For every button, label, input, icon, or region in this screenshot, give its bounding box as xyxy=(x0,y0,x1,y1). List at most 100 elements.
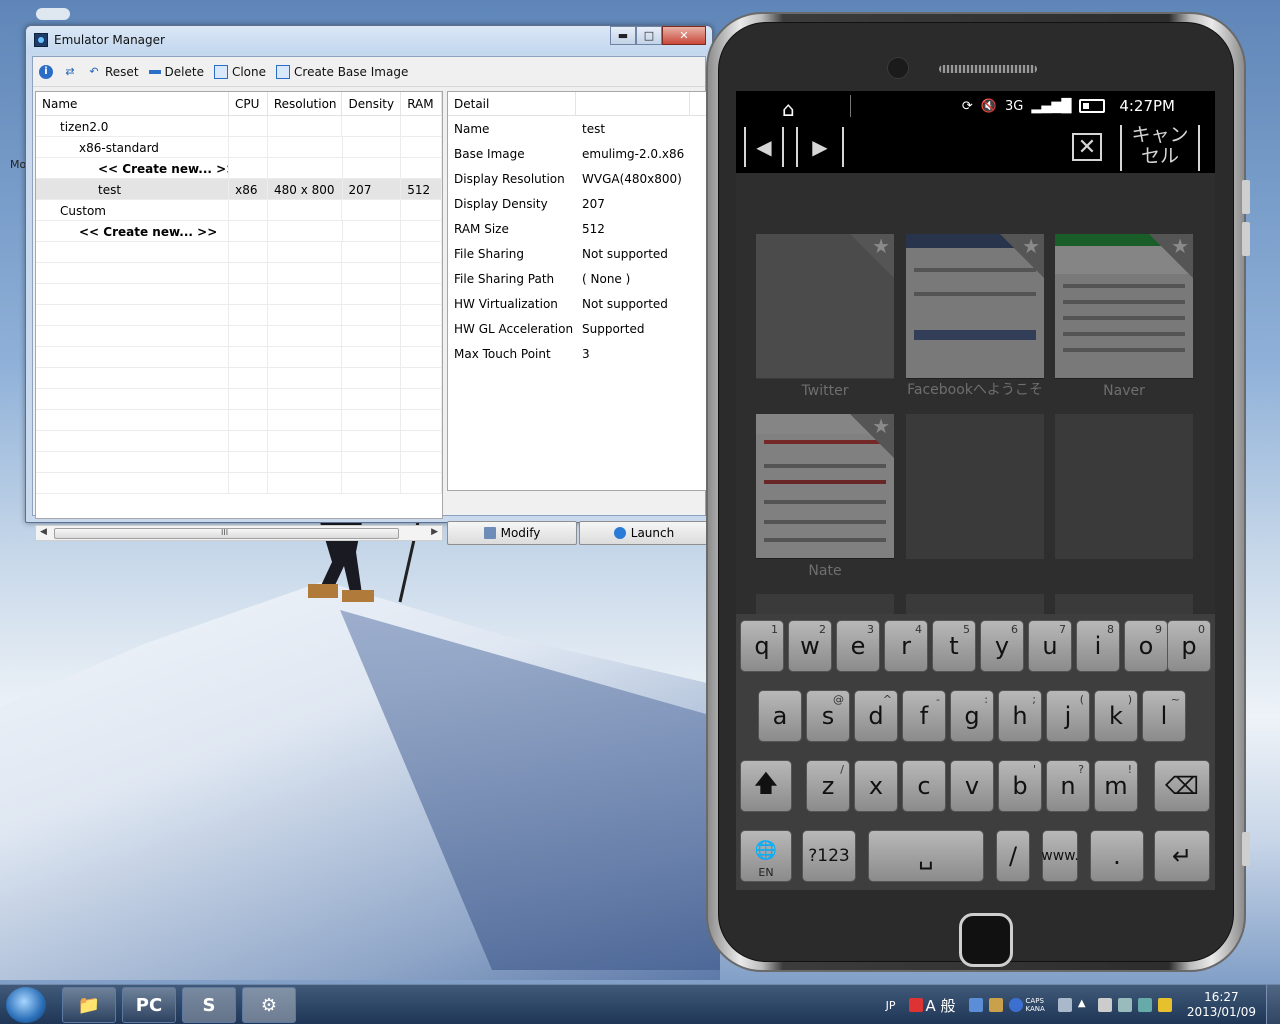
key-l[interactable]: l ~ xyxy=(1142,690,1186,742)
bookmark-tile-twitter[interactable]: ★ Twitter xyxy=(756,234,894,399)
info-button[interactable]: i xyxy=(39,64,53,79)
refresh-icon: ⇄ xyxy=(65,65,75,78)
key-n[interactable]: n? xyxy=(1046,760,1090,812)
tree-row[interactable]: << Create new... >> xyxy=(36,158,442,179)
launch-button[interactable]: Launch xyxy=(579,521,709,545)
start-button[interactable] xyxy=(6,987,46,1023)
key-f[interactable]: f- xyxy=(902,690,946,742)
reset-button[interactable]: ↶ Reset xyxy=(87,65,138,79)
show-desktop-button[interactable] xyxy=(1266,985,1280,1024)
key-label: h xyxy=(1012,702,1028,730)
title-bar[interactable]: Emulator Manager ▬ □ ✕ xyxy=(26,26,712,54)
clone-button[interactable]: Clone xyxy=(213,64,266,79)
key-y[interactable]: y6 xyxy=(980,620,1024,672)
key-o[interactable]: o9 xyxy=(1124,620,1168,672)
key-q[interactable]: q1 xyxy=(740,620,784,672)
key-e[interactable]: e3 xyxy=(836,620,880,672)
home-icon[interactable]: ⌂ xyxy=(782,97,795,121)
language-key[interactable]: 🌐 EN xyxy=(740,830,792,882)
key-u[interactable]: u7 xyxy=(1028,620,1072,672)
tree-row-selected[interactable]: test x86 480 x 800 207 512 xyxy=(36,179,442,200)
key-c[interactable]: c xyxy=(902,760,946,812)
bookmark-tile-naver[interactable]: ★ Naver xyxy=(1055,234,1193,399)
side-button-1[interactable] xyxy=(1242,180,1250,214)
key-v[interactable]: v xyxy=(950,760,994,812)
col-header-density[interactable]: Density xyxy=(342,92,402,115)
bookmark-tile-nate[interactable]: ★ Nate xyxy=(756,414,894,579)
key-label: q xyxy=(754,632,770,660)
key-x[interactable]: x xyxy=(854,760,898,812)
key-z[interactable]: z / xyxy=(806,760,850,812)
maximize-button[interactable]: □ xyxy=(636,26,662,45)
ime-mode[interactable]: A 般 xyxy=(926,995,956,1016)
key-i[interactable]: i8 xyxy=(1076,620,1120,672)
show-hidden-icons[interactable]: ▲ xyxy=(1078,998,1092,1012)
refresh-button[interactable]: ⇄ xyxy=(63,65,77,79)
scroll-left-icon[interactable]: ◀ xyxy=(40,527,47,537)
back-button[interactable]: ◀ xyxy=(744,127,784,167)
tray-clock[interactable]: 16:27 2013/01/09 xyxy=(1187,990,1256,1020)
desktop-icon[interactable] xyxy=(36,8,70,20)
key-r[interactable]: r4 xyxy=(884,620,928,672)
cancel-button[interactable]: キャン セル xyxy=(1120,125,1200,171)
home-hardware-button[interactable] xyxy=(959,913,1013,967)
help-icon[interactable] xyxy=(1008,998,1023,1012)
key-s[interactable]: s @ xyxy=(806,690,850,742)
taskbar-explorer[interactable]: 📁 xyxy=(62,987,116,1023)
col-header-ram[interactable]: RAM xyxy=(401,92,442,115)
status-divider xyxy=(850,95,851,117)
side-button-2[interactable] xyxy=(1242,222,1250,256)
horizontal-scrollbar[interactable]: ◀ III ▶ xyxy=(35,525,443,541)
key-d[interactable]: d ^ xyxy=(854,690,898,742)
scroll-thumb[interactable]: III xyxy=(54,528,399,539)
backspace-key[interactable]: ⌫ xyxy=(1154,760,1210,812)
tree-row[interactable]: << Create new... >> xyxy=(36,221,442,242)
ime-dictionary-icon[interactable] xyxy=(988,998,1003,1012)
key-j[interactable]: j( xyxy=(1046,690,1090,742)
drive-icon[interactable] xyxy=(1157,998,1172,1012)
close-button[interactable]: ✕ xyxy=(662,26,706,45)
input-language[interactable]: JP xyxy=(886,999,896,1012)
key-h[interactable]: h; xyxy=(998,690,1042,742)
key-b[interactable]: b ' xyxy=(998,760,1042,812)
taskbar-pc[interactable]: PC xyxy=(122,987,176,1023)
dot-key[interactable]: . xyxy=(1090,830,1144,882)
key-w[interactable]: w2 xyxy=(788,620,832,672)
bookmark-tile-facebook[interactable]: ★ Facebookへようこそ xyxy=(906,234,1044,398)
col-header-cpu[interactable]: CPU xyxy=(229,92,268,115)
tree-row[interactable]: tizen2.0 xyxy=(36,116,442,137)
forward-button[interactable]: ▶ xyxy=(796,127,844,167)
tree-row[interactable]: Custom xyxy=(36,200,442,221)
scroll-right-icon[interactable]: ▶ xyxy=(431,527,438,537)
ime-icon[interactable] xyxy=(908,998,923,1012)
key-g[interactable]: g: xyxy=(950,690,994,742)
tree-row[interactable]: x86-standard xyxy=(36,137,442,158)
taskbar-emulator-manager[interactable]: ⚙ xyxy=(242,987,296,1023)
minimize-button[interactable]: ▬ xyxy=(610,26,636,45)
space-key[interactable]: ␣ xyxy=(868,830,984,882)
side-button-3[interactable] xyxy=(1242,832,1250,866)
ime-options-icon[interactable] xyxy=(1057,998,1072,1012)
key-m[interactable]: m! xyxy=(1094,760,1138,812)
clear-button[interactable]: ✕ xyxy=(1072,133,1102,161)
taskbar-skype[interactable]: S xyxy=(182,987,236,1023)
delete-button[interactable]: Delete xyxy=(148,65,204,79)
create-base-image-button[interactable]: Create Base Image xyxy=(276,64,408,79)
key-t[interactable]: t5 xyxy=(932,620,976,672)
enter-key[interactable]: ↵ xyxy=(1154,830,1210,882)
flag-icon[interactable] xyxy=(1097,998,1112,1012)
key-k[interactable]: k) xyxy=(1094,690,1138,742)
bookmark-tile-partial xyxy=(1055,594,1193,614)
symbols-key[interactable]: ?123 xyxy=(802,830,856,882)
network-icon[interactable] xyxy=(1117,998,1132,1012)
key-p[interactable]: p0 xyxy=(1167,620,1211,672)
ime-tool-icon[interactable] xyxy=(968,998,983,1012)
shield-icon[interactable] xyxy=(1137,998,1152,1012)
col-header-name[interactable]: Name xyxy=(36,92,229,115)
key-a[interactable]: a xyxy=(758,690,802,742)
slash-key[interactable]: / xyxy=(996,830,1030,882)
shift-key[interactable]: 🡅 xyxy=(740,760,792,812)
col-header-resolution[interactable]: Resolution xyxy=(268,92,343,115)
modify-button[interactable]: Modify xyxy=(447,521,577,545)
www-key[interactable]: www. xyxy=(1041,830,1079,882)
